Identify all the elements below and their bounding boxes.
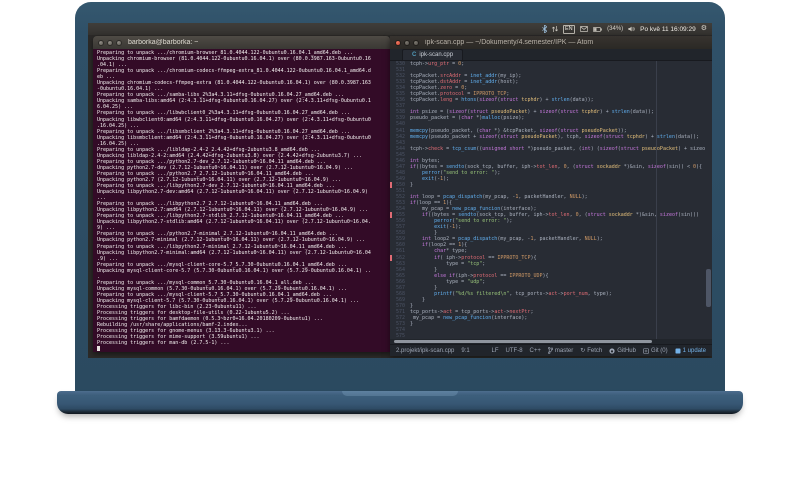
- tab-bar: C ipk-scan.cpp: [390, 49, 712, 61]
- status-file-path[interactable]: 2.projekt/ipk-scan.cpp: [396, 348, 454, 354]
- git-icon: [643, 347, 649, 354]
- status-bar: 2.projekt/ipk-scan.cpp 9:1 LF UTF-8 C++ …: [390, 344, 712, 356]
- minimize-button[interactable]: [107, 39, 113, 46]
- bluetooth-icon[interactable]: [541, 25, 547, 33]
- terminal-line: Preparing to unpack .../mysql-client-cor…: [97, 261, 347, 268]
- atom-window-title: ipk-scan.cpp — ~/Dokumenty/4.semester/IP…: [425, 39, 594, 46]
- status-github[interactable]: GitHub: [609, 348, 636, 354]
- laptop-lid: EN (34%) Po kvě 11 16:09:29 ⚙ barborka@b…: [75, 2, 725, 391]
- terminal-line: Unpacking libldap-2.4-2:amd64 (2.4.42+df…: [97, 152, 362, 159]
- terminal-titlebar[interactable]: barborka@barborka: ~: [93, 36, 390, 49]
- terminal-line: Preparing to unpack .../chromium-codecs-…: [97, 68, 371, 75]
- status-git-branch[interactable]: master: [547, 347, 573, 354]
- terminal-line: Unpacking mysql-client-core-5.7 (5.7.30-…: [97, 267, 371, 274]
- minimize-button[interactable]: [404, 39, 410, 46]
- laptop-base-notch: [342, 391, 458, 396]
- terminal-cursor: [97, 346, 100, 352]
- close-button[interactable]: [98, 39, 104, 46]
- tab-label: ipk-scan.cpp: [419, 52, 454, 58]
- atom-titlebar[interactable]: ipk-scan.cpp — ~/Dokumenty/4.semester/IP…: [390, 36, 712, 49]
- terminal-line: Unpacking chromium-browser (81.0.4044.12…: [97, 56, 371, 63]
- volume-icon[interactable]: [628, 26, 635, 32]
- battery-percentage: (34%): [607, 26, 624, 32]
- terminal-window: barborka@barborka: ~ Preparing to unpack…: [93, 36, 390, 352]
- terminal-line: Unpacking libsmbclient:amd64 (2:4.3.11+d…: [97, 134, 371, 141]
- terminal-line: Preparing to unpack .../libpython2.7-min…: [97, 243, 347, 250]
- network-arrows-icon[interactable]: [551, 25, 558, 33]
- desktop-screen: EN (34%) Po kvě 11 16:09:29 ⚙ barborka@b…: [88, 23, 712, 358]
- terminal-line: Unpacking libwbclient0:amd64 (2:4.3.11+d…: [97, 116, 371, 123]
- package-icon: [675, 348, 681, 353]
- terminal-line: Unpacking libpython2.7-minimal:amd64 (2.…: [97, 249, 371, 256]
- terminal-line: Unpacking mysql-common (5.7.30-0ubuntu0.…: [97, 285, 347, 292]
- terminal-output: Preparing to unpack .../chromium-browser…: [93, 49, 390, 352]
- status-cursor-position[interactable]: 9:1: [461, 348, 469, 354]
- terminal-line: Unpacking libpython2.7-dev:amd64 (2.7.12…: [97, 189, 368, 196]
- top-panel: EN (34%) Po kvě 11 16:09:29 ⚙: [88, 23, 712, 35]
- tab-ipk-scan[interactable]: C ipk-scan.cpp: [402, 49, 464, 60]
- github-icon: [609, 347, 615, 354]
- maximize-button[interactable]: [116, 39, 122, 46]
- terminal-line: Unpacking python2.7-minimal (2.7.12-1ubu…: [97, 237, 365, 244]
- atom-window: ipk-scan.cpp — ~/Dokumenty/4.semester/IP…: [390, 36, 712, 356]
- terminal-cursor-line: [97, 346, 390, 352]
- terminal-line: Unpacking samba-libs:amd64 (2:4.3.11+dfs…: [97, 98, 371, 105]
- status-fetch[interactable]: ↻ Fetch: [580, 347, 602, 355]
- terminal-line: Unpacking libpython2.7-stdlib:amd64 (2.7…: [97, 219, 371, 226]
- status-updates[interactable]: 1 update: [675, 348, 706, 354]
- horizontal-scrollbar[interactable]: [394, 340, 652, 343]
- laptop-base: [57, 391, 743, 414]
- code-editor[interactable]: 530 tcph->urg_ptr = 0; 531 532 tcpPacket.src…: [390, 61, 712, 339]
- terminal-line: Preparing to unpack .../libsmbclient_2%3…: [97, 128, 350, 135]
- terminal-title: barborka@barborka: ~: [128, 39, 199, 46]
- status-line-ending[interactable]: LF: [492, 348, 499, 354]
- status-language[interactable]: C++: [530, 348, 541, 354]
- branch-icon: [547, 347, 553, 354]
- session-gear-icon[interactable]: ⚙: [701, 24, 707, 34]
- wrap-guide: [656, 61, 657, 339]
- refresh-icon: ↻: [580, 348, 586, 354]
- horizontal-scrollbar-track[interactable]: [390, 339, 712, 344]
- maximize-button[interactable]: [413, 39, 419, 46]
- panel-clock[interactable]: Po kvě 11 16:09:29: [640, 26, 696, 33]
- cpp-file-icon: C: [412, 52, 417, 58]
- laptop-mockup: EN (34%) Po kvě 11 16:09:29 ⚙ barborka@b…: [0, 0, 800, 477]
- keyboard-layout-indicator[interactable]: EN: [562, 24, 576, 34]
- status-encoding[interactable]: UTF-8: [506, 348, 523, 354]
- mail-icon[interactable]: [580, 26, 589, 32]
- vertical-scrollbar[interactable]: [706, 269, 711, 307]
- battery-icon[interactable]: [593, 26, 602, 32]
- status-git[interactable]: Git (0): [643, 348, 668, 354]
- terminal-line: Preparing to unpack .../libwbclient0_2%3…: [97, 110, 350, 117]
- close-button[interactable]: [395, 39, 401, 46]
